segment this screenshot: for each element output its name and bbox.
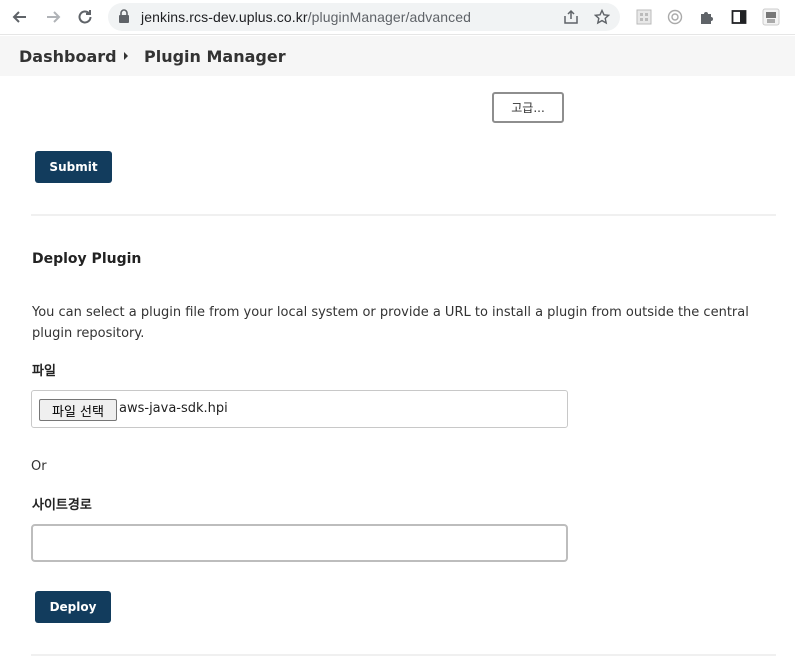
- breadcrumb-dashboard[interactable]: Dashboard: [19, 47, 117, 66]
- browser-toolbar: jenkins.rcs-dev.uplus.co.kr/pluginManage…: [0, 0, 795, 35]
- bottom-divider: [31, 654, 776, 656]
- url-host: jenkins.rcs-dev.uplus.co.kr: [141, 9, 308, 25]
- section-divider: [31, 214, 776, 216]
- reload-icon: [78, 10, 92, 24]
- side-panel-icon[interactable]: [729, 7, 749, 27]
- advanced-button[interactable]: 고급...: [492, 92, 564, 123]
- back-arrow-icon: [12, 11, 26, 23]
- bookmark-star-icon[interactable]: [593, 8, 611, 26]
- breadcrumb: Dashboard Plugin Manager: [0, 36, 795, 76]
- deploy-plugin-title: Deploy Plugin: [32, 251, 142, 267]
- url-path: /pluginManager/advanced: [307, 9, 472, 25]
- profile-avatar-icon[interactable]: [761, 7, 781, 27]
- address-bar[interactable]: jenkins.rcs-dev.uplus.co.kr/pluginManage…: [108, 3, 620, 31]
- chevron-right-icon[interactable]: [122, 51, 130, 61]
- url-label: 사이트경로: [32, 498, 92, 513]
- selected-file-name: aws-java-sdk.hpi: [119, 401, 228, 416]
- or-separator-text: Or: [31, 459, 47, 474]
- back-button[interactable]: [8, 6, 32, 28]
- breadcrumb-plugin-manager[interactable]: Plugin Manager: [144, 47, 286, 66]
- forward-button[interactable]: [41, 6, 65, 28]
- extension-grid-icon[interactable]: [634, 7, 654, 27]
- forward-arrow-icon: [47, 11, 61, 23]
- url-text: jenkins.rcs-dev.uplus.co.kr/pluginManage…: [141, 9, 471, 25]
- choose-file-button[interactable]: 파일 선택: [39, 399, 117, 421]
- file-upload-field[interactable]: 파일 선택 aws-java-sdk.hpi: [31, 390, 568, 428]
- plugin-url-input[interactable]: [31, 524, 568, 562]
- deploy-description: You can select a plugin file from your l…: [32, 305, 749, 341]
- extensions-puzzle-icon[interactable]: [697, 7, 717, 27]
- file-label: 파일: [32, 364, 56, 379]
- submit-button[interactable]: Submit: [35, 151, 112, 183]
- lock-icon: [119, 9, 129, 23]
- deploy-button[interactable]: Deploy: [35, 591, 111, 623]
- share-icon[interactable]: [562, 8, 580, 26]
- reload-button[interactable]: [73, 6, 97, 28]
- extension-target-icon[interactable]: [665, 7, 685, 27]
